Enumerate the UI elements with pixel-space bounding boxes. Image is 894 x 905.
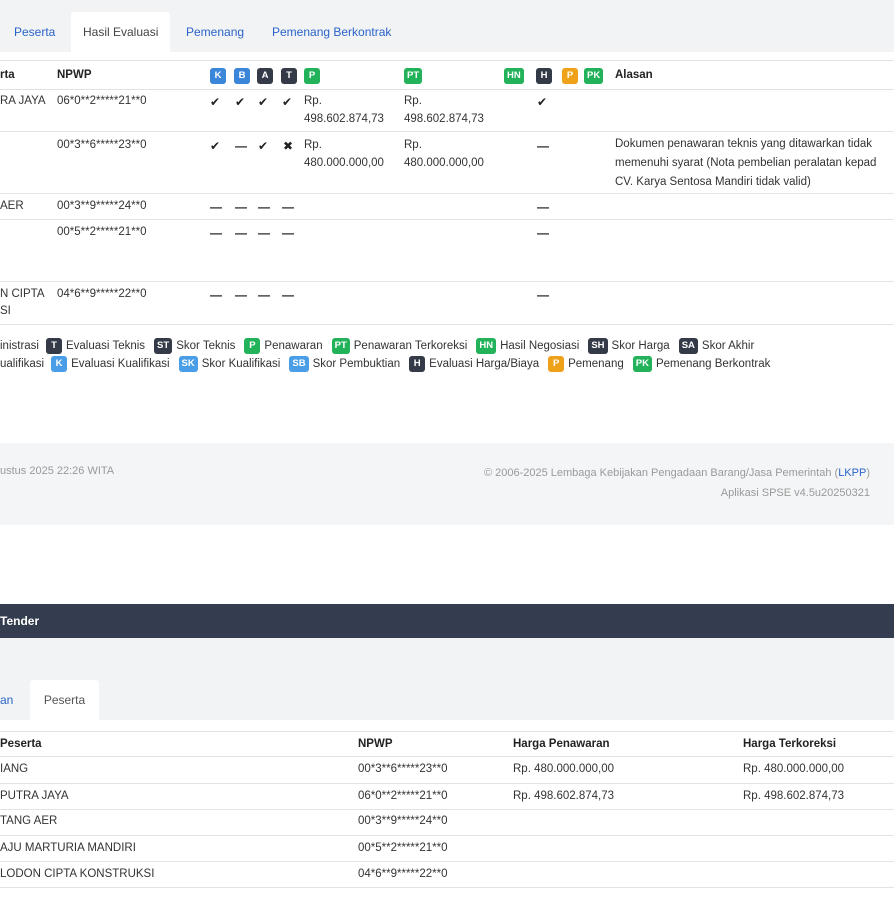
- tab-peserta[interactable]: Peserta: [2, 12, 67, 52]
- row-peserta-name: N CIPTA: [0, 288, 45, 300]
- navbar: Tender: [0, 604, 894, 638]
- badge-h: H: [536, 68, 552, 84]
- dash-icon: —: [537, 288, 549, 302]
- row-penawaran-terkoreksi: Rp. 480.000.000,00: [404, 139, 484, 169]
- check-icon: ✔: [210, 139, 221, 153]
- dash-icon: —: [210, 288, 222, 302]
- row-peserta-name: TANG AER: [0, 815, 58, 827]
- peserta-table-header: Peserta NPWP Harga Penawaran Harga Terko…: [0, 731, 894, 757]
- footer-app-version: Aplikasi SPSE v4.5u20250321: [720, 487, 870, 499]
- row-peserta-name: RA JAYA: [0, 95, 46, 107]
- tab-bar: Peserta Hasil Evaluasi Pemenang Pemenang…: [0, 0, 894, 52]
- tab-hasil-evaluasi[interactable]: Hasil Evaluasi: [71, 12, 171, 52]
- col-npwp: NPWP: [358, 738, 393, 750]
- check-icon: ✔: [258, 95, 269, 109]
- check-icon: ✔: [210, 95, 221, 109]
- dash-icon: —: [235, 288, 247, 302]
- row-npwp: 00*3**9*****24**0: [358, 815, 448, 827]
- dash-icon: —: [258, 200, 270, 214]
- col-peserta: Peserta: [0, 738, 42, 750]
- evaluation-table-header: rta NPWP K B A T P PT HN H P PK Alasan: [0, 60, 894, 90]
- page2-tab-area: [0, 638, 894, 720]
- dash-icon: —: [235, 139, 247, 153]
- dash-icon: —: [235, 226, 247, 240]
- badge-pk: PK: [584, 68, 604, 84]
- badge-t: T: [281, 68, 297, 84]
- row-npwp: 06*0**2*****21**0: [57, 95, 147, 107]
- navbar-title[interactable]: Tender: [0, 614, 39, 628]
- legend-row-1: inistrasi T Evaluasi Teknis ST Skor Teknis…: [0, 338, 755, 354]
- row-peserta-name: PUTRA JAYA: [0, 790, 69, 802]
- col-harga-terkoreksi: Harga Terkoreksi: [743, 738, 837, 750]
- dash-icon: —: [210, 200, 222, 214]
- badge-b: B: [234, 68, 250, 84]
- col-peserta: rta: [0, 69, 15, 81]
- row-peserta-name: LODON CIPTA KONSTRUKSI: [0, 868, 155, 880]
- legend-row-2: ualifikasi K Evaluasi Kualifikasi SK Skor …: [0, 356, 771, 372]
- dash-icon: —: [537, 226, 549, 240]
- row-peserta-name: AJU MARTURIA MANDIRI: [0, 842, 136, 854]
- cross-icon: ✖: [283, 139, 294, 153]
- row-npwp: 04*6**9*****22**0: [57, 288, 147, 300]
- row-alasan: Dokumen penawaran teknis yang ditawarkan…: [615, 138, 877, 188]
- tab-pemenang[interactable]: Pemenang: [174, 12, 256, 52]
- footer-copyright: © 2006-2025 Lembaga Kebijakan Pengadaan …: [483, 467, 870, 479]
- row-npwp: 00*3**9*****24**0: [57, 200, 147, 212]
- row-npwp: 00*5**2*****21**0: [358, 842, 448, 854]
- col-harga-penawaran: Harga Penawaran: [513, 738, 610, 750]
- footer: ustus 2025 22:26 WITA © 2006-2025 Lembag…: [0, 443, 894, 525]
- dash-icon: —: [282, 288, 294, 302]
- tab-pemenang-berkontrak[interactable]: Pemenang Berkontrak: [260, 12, 403, 52]
- dash-icon: —: [258, 226, 270, 240]
- col-npwp: NPWP: [57, 69, 92, 81]
- badge-k: K: [210, 68, 226, 84]
- row-peserta-name: IANG: [0, 763, 29, 775]
- dash-icon: —: [235, 200, 247, 214]
- check-icon: ✔: [235, 95, 246, 109]
- badge-p: P: [304, 68, 320, 84]
- check-icon: ✔: [537, 95, 548, 109]
- footer-date: ustus 2025 22:26 WITA: [0, 465, 115, 477]
- dash-icon: —: [210, 226, 222, 240]
- row-harga-penawaran: Rp. 498.602.874,73: [513, 790, 615, 802]
- tab-informasi[interactable]: an: [0, 680, 13, 720]
- row-harga-terkoreksi: Rp. 498.602.874,73: [743, 790, 845, 802]
- row-peserta-name-line2: SI: [0, 305, 11, 317]
- row-npwp: 06*0**2*****21**0: [358, 790, 448, 802]
- badge-a: A: [257, 68, 273, 84]
- row-penawaran: Rp. 498.602.874,73: [304, 95, 384, 125]
- dash-icon: —: [258, 288, 270, 302]
- dash-icon: —: [537, 139, 549, 153]
- badge-pemenang: P: [562, 68, 578, 84]
- check-icon: ✔: [282, 95, 293, 109]
- col-alasan: Alasan: [615, 69, 653, 81]
- row-harga-terkoreksi: Rp. 480.000.000,00: [743, 763, 845, 775]
- row-npwp: 04*6**9*****22**0: [358, 868, 448, 880]
- row-npwp: 00*3**6*****23**0: [358, 763, 448, 775]
- row-penawaran: Rp. 480.000.000,00: [304, 139, 384, 169]
- row-npwp: 00*3**6*****23**0: [57, 139, 147, 151]
- row-peserta-name: AER: [0, 200, 24, 212]
- lkpp-link[interactable]: LKPP: [838, 467, 866, 479]
- dash-icon: —: [537, 200, 549, 214]
- row-harga-penawaran: Rp. 480.000.000,00: [513, 763, 615, 775]
- tab-peserta-2[interactable]: Peserta: [30, 680, 99, 720]
- dash-icon: —: [282, 200, 294, 214]
- dash-icon: —: [282, 226, 294, 240]
- row-npwp: 00*5**2*****21**0: [57, 226, 147, 238]
- check-icon: ✔: [258, 139, 269, 153]
- row-penawaran-terkoreksi: Rp. 498.602.874,73: [404, 95, 484, 125]
- badge-pt: PT: [404, 68, 423, 84]
- badge-hn: HN: [504, 68, 524, 84]
